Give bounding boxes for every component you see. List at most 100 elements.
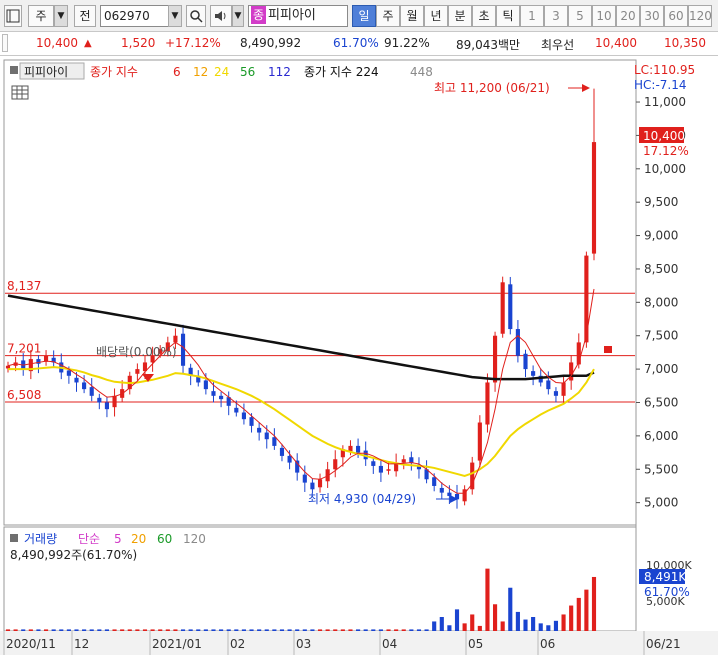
volume-bar — [591, 576, 597, 631]
volume-bar — [569, 605, 574, 631]
ma-period-6: 6 — [173, 65, 181, 79]
interval-button[interactable]: 1 — [520, 5, 544, 27]
price-tick-label: 8,000 — [644, 295, 678, 309]
candle-body — [89, 387, 94, 396]
volume-bar — [546, 625, 551, 631]
volume-ma-60: 60 — [157, 532, 172, 546]
dividend-label: 배당락(0.00%) — [96, 345, 177, 359]
volume-bar — [424, 629, 429, 631]
volume-bar — [142, 629, 148, 631]
code-dropdown-icon[interactable]: ▼ — [168, 5, 182, 27]
quote-bar: 10,400 ▲ 1,520 +17.12% 8,490,992 61.70% … — [0, 32, 718, 56]
price-tick-label: 9,000 — [644, 229, 678, 243]
ma-period-56: 56 — [240, 65, 255, 79]
candle-body — [561, 382, 566, 396]
volume-bar — [257, 629, 262, 631]
period-tab[interactable]: 일 — [352, 5, 376, 27]
candle-body — [112, 395, 117, 408]
ma-label: 종가 지수 — [90, 65, 138, 79]
period-tab[interactable]: 틱 — [496, 5, 520, 27]
period-tab[interactable]: 년 — [424, 5, 448, 27]
price-tick-label: 8,500 — [644, 262, 678, 276]
interval-button[interactable]: 5 — [568, 5, 592, 27]
volume-bar — [470, 614, 475, 631]
ma-period-112: 112 — [268, 65, 291, 79]
volume-bar — [538, 623, 543, 631]
candle-body — [173, 335, 178, 343]
volume-bar — [203, 629, 208, 631]
volume-bar — [97, 629, 102, 631]
interval-button[interactable]: 30 — [640, 5, 664, 27]
stock-chart[interactable]: 피피아이 종가 지수 6 12 24 56 112 종가 지수 224 448 … — [0, 56, 718, 655]
volume-bar — [439, 617, 444, 631]
market-dropdown-icon[interactable]: ▼ — [54, 5, 68, 27]
ticker-search-button[interactable]: 전 — [74, 5, 96, 27]
stock-name-field[interactable]: 종 피피아이 — [248, 5, 348, 27]
volume-bar — [409, 629, 414, 631]
volume-bar — [89, 629, 94, 631]
interval-button[interactable]: 120 — [688, 5, 712, 27]
stock-name: 피피아이 — [268, 8, 316, 23]
volume-bar — [279, 629, 285, 631]
x-axis-label: 04 — [382, 637, 397, 651]
candle-body — [477, 422, 482, 461]
price-panel — [3, 59, 637, 526]
interval-button[interactable]: 3 — [544, 5, 568, 27]
interval-button[interactable]: 20 — [616, 5, 640, 27]
volume-bar — [21, 629, 26, 631]
candle-body — [317, 479, 323, 488]
volume-bar — [43, 629, 49, 631]
candle-body — [180, 333, 186, 366]
x-axis-label: 06 — [540, 637, 555, 651]
volume-bar — [416, 629, 422, 631]
candle-body — [492, 335, 498, 383]
chart-settings-icon[interactable] — [4, 5, 22, 27]
volume-legend-icon — [10, 534, 18, 542]
volume-bar — [454, 609, 460, 631]
volume-bar — [120, 629, 125, 631]
sound-icon[interactable] — [210, 5, 232, 27]
x-axis-label: 02 — [230, 637, 245, 651]
period-tab[interactable]: 월 — [400, 5, 424, 27]
grid-toggle-icon[interactable] — [11, 85, 29, 100]
candle-body — [356, 445, 361, 453]
period-tab[interactable]: 주 — [376, 5, 400, 27]
volume-bar — [462, 623, 467, 631]
volume-bar — [13, 629, 18, 631]
candle-body — [348, 445, 353, 452]
reference-line-label: 8,137 — [7, 279, 41, 293]
volume-bar — [317, 629, 323, 631]
volume-bar — [576, 597, 581, 631]
candle-body — [241, 412, 246, 420]
volume-bar — [82, 629, 87, 631]
interval-button[interactable]: 10 — [592, 5, 616, 27]
volume-bar — [295, 629, 300, 631]
interval-button[interactable]: 60 — [664, 5, 688, 27]
volume-bar — [104, 629, 110, 631]
volume-bar — [363, 629, 368, 631]
volume-pct: 61.70% — [333, 36, 379, 50]
search-icon[interactable] — [186, 5, 206, 27]
candle-body — [82, 382, 87, 390]
legend-square-icon — [10, 66, 18, 74]
volume-title: 거래량 — [24, 532, 57, 546]
volume-ma-5: 5 — [114, 532, 122, 546]
quote-toggle[interactable] — [2, 34, 8, 52]
price-tick-label: 6,000 — [644, 429, 678, 443]
turnover-pct: 91.22% — [384, 36, 430, 50]
volume-bar — [249, 629, 254, 631]
ask-price: 10,400 — [595, 36, 637, 50]
volume-bar — [173, 629, 178, 631]
candle-body — [135, 369, 140, 374]
volume-bar — [333, 629, 338, 631]
sound-dropdown-icon[interactable]: ▼ — [232, 5, 244, 27]
candle-body — [371, 461, 376, 466]
price-tick-label: 7,000 — [644, 362, 678, 376]
volume-bar — [523, 619, 528, 631]
volume-bar — [310, 629, 315, 631]
period-tab[interactable]: 분 — [448, 5, 472, 27]
market-select[interactable]: 주 — [28, 5, 54, 27]
period-tab[interactable]: 초 — [472, 5, 496, 27]
volume-text: 8,490,992주(61.70%) — [10, 548, 137, 562]
stock-type-tag: 종 — [251, 6, 267, 24]
